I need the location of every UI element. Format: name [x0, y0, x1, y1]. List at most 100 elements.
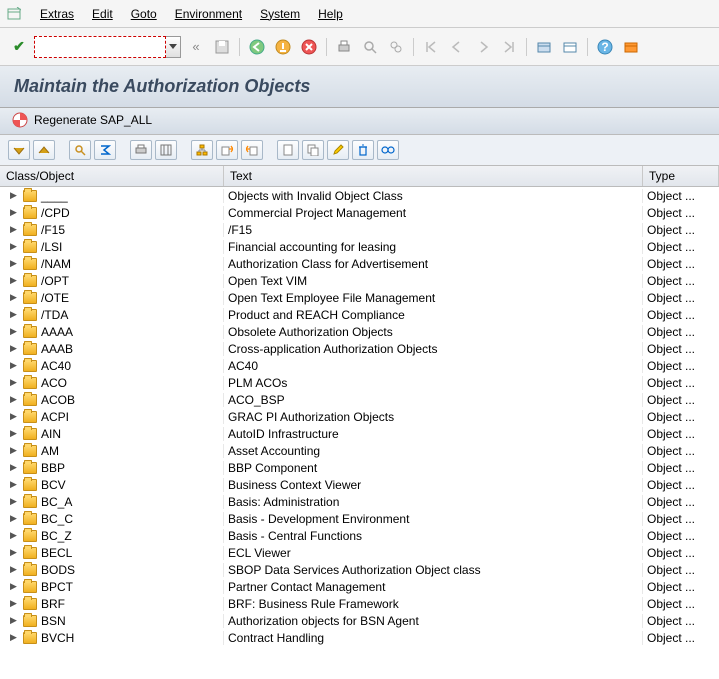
menu-environment[interactable]: Environment	[167, 5, 250, 23]
table-row[interactable]: ▶/F15/F15Object ...	[0, 221, 719, 238]
new-session-icon[interactable]	[533, 36, 555, 58]
expand-icon[interactable]: ▶	[10, 581, 19, 592]
expand-icon[interactable]: ▶	[10, 275, 19, 286]
table-row[interactable]: ▶BC_CBasis - Development EnvironmentObje…	[0, 510, 719, 527]
expand-icon[interactable]: ▶	[10, 360, 19, 371]
expand-icon[interactable]: ▶	[10, 632, 19, 643]
find-app-icon[interactable]	[69, 140, 91, 160]
table-row[interactable]: ▶AINAutoID InfrastructureObject ...	[0, 425, 719, 442]
table-row[interactable]: ▶BRFBRF: Business Rule FrameworkObject .…	[0, 595, 719, 612]
expand-icon[interactable]: ▶	[10, 530, 19, 541]
expand-icon[interactable]: ▶	[10, 564, 19, 575]
command-dropdown[interactable]	[166, 36, 181, 58]
first-page-icon[interactable]	[420, 36, 442, 58]
expand-icon[interactable]: ▶	[10, 394, 19, 405]
shortcut-icon[interactable]	[559, 36, 581, 58]
menu-help[interactable]: Help	[310, 5, 351, 23]
enter-button[interactable]: ✔	[8, 36, 30, 58]
expand-icon[interactable]: ▶	[10, 615, 19, 626]
sum-icon[interactable]	[94, 140, 116, 160]
expand-icon[interactable]: ▶	[10, 258, 19, 269]
table-row[interactable]: ▶____Objects with Invalid Object ClassOb…	[0, 187, 719, 204]
back-button[interactable]: «	[185, 36, 207, 58]
copy-icon[interactable]	[302, 140, 324, 160]
export-icon[interactable]	[216, 140, 238, 160]
edit-icon[interactable]	[327, 140, 349, 160]
table-row[interactable]: ▶/NAMAuthorization Class for Advertiseme…	[0, 255, 719, 272]
create-icon[interactable]	[277, 140, 299, 160]
table-row[interactable]: ▶BODSSBOP Data Services Authorization Ob…	[0, 561, 719, 578]
column-class[interactable]: Class/Object	[0, 166, 224, 186]
expand-icon[interactable]: ▶	[10, 309, 19, 320]
hierarchy-icon[interactable]	[191, 140, 213, 160]
exit-icon[interactable]	[272, 36, 294, 58]
print-app-icon[interactable]	[130, 140, 152, 160]
expand-icon[interactable]: ▶	[10, 496, 19, 507]
find-icon[interactable]	[359, 36, 381, 58]
table-row[interactable]: ▶BVCHContract HandlingObject ...	[0, 629, 719, 646]
prev-page-icon[interactable]	[446, 36, 468, 58]
table-row[interactable]: ▶/TDAProduct and REACH ComplianceObject …	[0, 306, 719, 323]
expand-icon[interactable]: ▶	[10, 241, 19, 252]
expand-icon[interactable]: ▶	[10, 411, 19, 422]
last-page-icon[interactable]	[498, 36, 520, 58]
import-icon[interactable]	[241, 140, 263, 160]
table-row[interactable]: ▶ACOBACO_BSPObject ...	[0, 391, 719, 408]
expand-icon[interactable]: ▶	[10, 598, 19, 609]
find-next-icon[interactable]	[385, 36, 407, 58]
layout-icon[interactable]	[620, 36, 642, 58]
expand-icon[interactable]: ▶	[10, 513, 19, 524]
expand-icon[interactable]: ▶	[10, 445, 19, 456]
table-row[interactable]: ▶BPCTPartner Contact ManagementObject ..…	[0, 578, 719, 595]
command-field[interactable]	[34, 36, 166, 58]
table-row[interactable]: ▶/LSIFinancial accounting for leasingObj…	[0, 238, 719, 255]
expand-icon[interactable]: ▶	[10, 479, 19, 490]
expand-icon[interactable]: ▶	[10, 547, 19, 558]
back-nav-icon[interactable]	[246, 36, 268, 58]
folder-icon	[23, 394, 37, 406]
print-icon[interactable]	[333, 36, 355, 58]
expand-icon[interactable]: ▶	[10, 428, 19, 439]
columns-icon[interactable]	[155, 140, 177, 160]
table-row[interactable]: ▶/OTEOpen Text Employee File ManagementO…	[0, 289, 719, 306]
glasses-icon[interactable]	[377, 140, 399, 160]
menu-edit[interactable]: Edit	[84, 5, 121, 23]
menu-goto[interactable]: Goto	[123, 5, 165, 23]
table-row[interactable]: ▶BC_ABasis: AdministrationObject ...	[0, 493, 719, 510]
expand-icon[interactable]: ▶	[10, 326, 19, 337]
regenerate-label[interactable]: Regenerate SAP_ALL	[34, 113, 152, 127]
menu-extras[interactable]: Extras	[32, 5, 82, 23]
expand-icon[interactable]: ▶	[10, 224, 19, 235]
table-row[interactable]: ▶AC40AC40Object ...	[0, 357, 719, 374]
column-text[interactable]: Text	[224, 166, 643, 186]
column-type[interactable]: Type	[643, 166, 719, 186]
table-row[interactable]: ▶AAABCross-application Authorization Obj…	[0, 340, 719, 357]
table-row[interactable]: ▶AMAsset AccountingObject ...	[0, 442, 719, 459]
collapse-all-icon[interactable]	[33, 140, 55, 160]
expand-all-icon[interactable]	[8, 140, 30, 160]
table-row[interactable]: ▶ACPIGRAC PI Authorization ObjectsObject…	[0, 408, 719, 425]
table-row[interactable]: ▶ACOPLM ACOsObject ...	[0, 374, 719, 391]
expand-icon[interactable]: ▶	[10, 292, 19, 303]
expand-icon[interactable]: ▶	[10, 207, 19, 218]
table-row[interactable]: ▶BBPBBP ComponentObject ...	[0, 459, 719, 476]
help-icon[interactable]: ?	[594, 36, 616, 58]
window-icon[interactable]	[6, 6, 22, 22]
cancel-icon[interactable]	[298, 36, 320, 58]
menu-system[interactable]: System	[252, 5, 308, 23]
table-row[interactable]: ▶BSNAuthorization objects for BSN AgentO…	[0, 612, 719, 629]
tree-rows-container[interactable]: ▶____Objects with Invalid Object ClassOb…	[0, 187, 719, 679]
table-row[interactable]: ▶BC_ZBasis - Central FunctionsObject ...	[0, 527, 719, 544]
table-row[interactable]: ▶/OPTOpen Text VIMObject ...	[0, 272, 719, 289]
expand-icon[interactable]: ▶	[10, 343, 19, 354]
table-row[interactable]: ▶BCVBusiness Context ViewerObject ...	[0, 476, 719, 493]
expand-icon[interactable]: ▶	[10, 377, 19, 388]
next-page-icon[interactable]	[472, 36, 494, 58]
table-row[interactable]: ▶AAAAObsolete Authorization ObjectsObjec…	[0, 323, 719, 340]
table-row[interactable]: ▶/CPDCommercial Project ManagementObject…	[0, 204, 719, 221]
table-row[interactable]: ▶BECLECL ViewerObject ...	[0, 544, 719, 561]
expand-icon[interactable]: ▶	[10, 462, 19, 473]
delete-icon[interactable]	[352, 140, 374, 160]
save-icon[interactable]	[211, 36, 233, 58]
expand-icon[interactable]: ▶	[10, 190, 19, 201]
